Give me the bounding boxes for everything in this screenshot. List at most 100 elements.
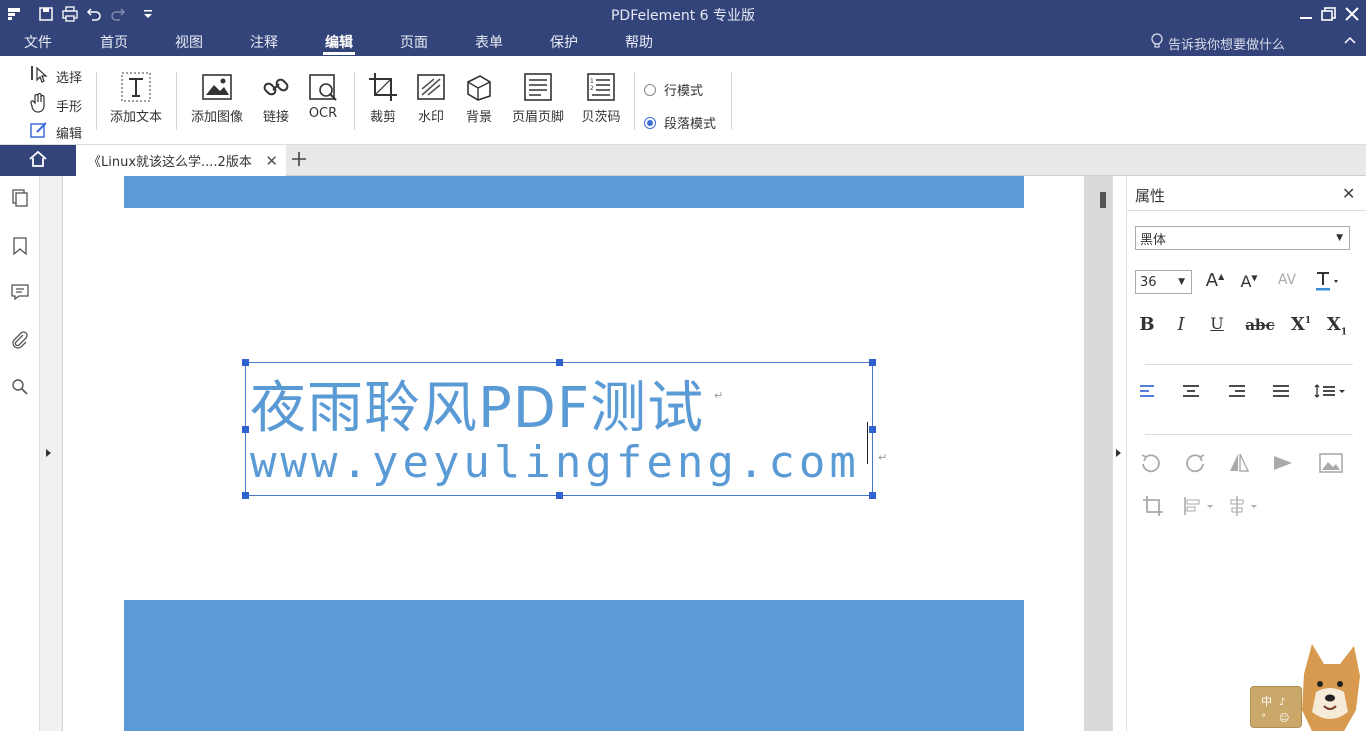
strikethrough-icon[interactable]: abc <box>1241 316 1279 334</box>
align-center-icon[interactable] <box>1177 383 1205 404</box>
crop-image-icon[interactable] <box>1139 494 1167 523</box>
document-canvas[interactable]: 夜雨聆风PDF测试 www.yeyulingfeng.com ↵ ↵ <box>64 176 1084 731</box>
text-line-2[interactable]: www.yeyulingfeng.com <box>250 437 860 488</box>
cursor-select-icon <box>30 65 48 87</box>
menu-help[interactable]: 帮助 <box>625 32 653 52</box>
align-right-icon[interactable] <box>1223 383 1251 404</box>
underline-icon[interactable]: U <box>1203 314 1231 333</box>
resize-handle[interactable] <box>242 426 249 433</box>
menu-comment[interactable]: 注释 <box>250 32 278 52</box>
decrease-font-size-icon[interactable]: A▼ <box>1235 272 1263 291</box>
add-text-label: 添加文本 <box>109 110 162 125</box>
bates-number-button[interactable]: 12 贝茨码 <box>576 70 626 125</box>
italic-icon[interactable]: I <box>1167 314 1195 335</box>
hand-icon <box>30 92 48 117</box>
window-title: PDFelement 6 专业版 <box>610 8 756 24</box>
header-footer-button[interactable]: 页眉页脚 <box>508 70 568 125</box>
font-size-dropdown[interactable]: 36 ▼ <box>1135 270 1192 294</box>
selected-text-box[interactable]: 夜雨聆风PDF测试 www.yeyulingfeng.com ↵ ↵ <box>242 359 887 499</box>
left-panel-gutter[interactable] <box>40 176 63 731</box>
subscript-icon[interactable]: X1 <box>1323 314 1351 338</box>
thumbnails-icon[interactable] <box>10 188 30 208</box>
increase-font-size-icon[interactable]: A▲ <box>1201 270 1229 291</box>
resize-handle[interactable] <box>869 359 876 366</box>
tell-me-search[interactable]: 告诉我你想要做什么 <box>1150 33 1285 53</box>
radio-button-selected[interactable] <box>644 116 656 129</box>
attachment-icon[interactable] <box>10 330 30 350</box>
vertical-scrollbar[interactable] <box>1084 176 1112 731</box>
ribbon-separator <box>176 72 177 130</box>
font-family-dropdown[interactable]: 黑体 ▼ <box>1135 226 1350 250</box>
edit-tool[interactable]: 编辑 <box>30 121 82 143</box>
search-icon[interactable] <box>10 377 30 397</box>
distribute-objects-icon[interactable] <box>1227 494 1267 523</box>
svg-text:☺: ☺ <box>1279 713 1289 724</box>
expand-left-panel-icon[interactable] <box>45 447 53 462</box>
menu-protect[interactable]: 保护 <box>550 32 578 52</box>
text-color-icon[interactable] <box>1313 270 1341 297</box>
add-image-button[interactable]: 添加图像 <box>188 70 246 125</box>
chevron-down-icon: ▼ <box>1336 233 1343 243</box>
bookmark-icon[interactable] <box>10 236 30 256</box>
text-line-1[interactable]: 夜雨聆风PDF测试 <box>250 363 704 444</box>
align-objects-icon[interactable] <box>1181 494 1221 523</box>
svg-text:1: 1 <box>590 78 594 85</box>
collapse-ribbon-icon[interactable] <box>1344 34 1356 49</box>
background-button[interactable]: 背景 <box>456 70 502 125</box>
maximize-button[interactable] <box>1318 3 1340 25</box>
ocr-button[interactable]: OCR <box>303 70 343 121</box>
hand-tool[interactable]: 手形 <box>30 92 82 117</box>
desktop-pet-widget[interactable]: 中 ♪ ° ☺ <box>1250 640 1366 731</box>
menu-edit[interactable]: 编辑 <box>325 32 353 52</box>
scrollbar-thumb[interactable] <box>1100 192 1106 208</box>
link-icon <box>259 70 293 104</box>
rotate-right-icon[interactable] <box>1181 451 1209 480</box>
background-label: 背景 <box>465 110 492 125</box>
crop-button[interactable]: 裁剪 <box>363 70 403 125</box>
edit-label: 编辑 <box>56 126 83 142</box>
rotate-left-icon[interactable] <box>1137 451 1165 480</box>
character-spacing-icon[interactable]: AV <box>1273 272 1301 288</box>
menu-file[interactable]: 文件 <box>24 32 52 52</box>
close-panel-icon[interactable]: ✕ <box>1342 184 1355 203</box>
right-panel-gutter[interactable] <box>1112 176 1126 731</box>
radio-button[interactable] <box>644 83 656 96</box>
flip-horizontal-icon[interactable] <box>1225 451 1253 480</box>
line-spacing-icon[interactable] <box>1313 383 1349 404</box>
justify-icon[interactable] <box>1267 383 1295 404</box>
bold-icon[interactable]: B <box>1133 314 1161 335</box>
resize-handle[interactable] <box>556 492 563 499</box>
menu-page[interactable]: 页面 <box>400 32 428 52</box>
resize-handle[interactable] <box>242 492 249 499</box>
menu-home[interactable]: 首页 <box>100 32 128 52</box>
comment-icon[interactable] <box>10 282 30 302</box>
new-tab-button[interactable] <box>290 149 308 173</box>
menu-view[interactable]: 视图 <box>175 32 203 52</box>
superscript-icon[interactable]: X1 <box>1287 314 1315 335</box>
paragraph-mode-radio[interactable]: 段落模式 <box>644 113 716 132</box>
add-text-button[interactable]: 添加文本 <box>106 70 166 125</box>
resize-handle[interactable] <box>556 359 563 366</box>
resize-handle[interactable] <box>869 492 876 499</box>
close-tab-icon[interactable]: ✕ <box>265 152 278 170</box>
menu-bar: 文件 首页 视图 注释 编辑 页面 表单 保护 帮助 告诉我你想要做什么 <box>0 28 1366 56</box>
collapse-right-panel-icon[interactable] <box>1115 447 1123 462</box>
bottom-blue-band <box>124 600 1024 731</box>
link-button[interactable]: 链接 <box>256 70 296 125</box>
watermark-button[interactable]: 水印 <box>408 70 454 125</box>
line-mode-radio[interactable]: 行模式 <box>644 80 703 99</box>
document-tab[interactable]: 《Linux就该这么学....2版本 ✕ <box>76 145 286 176</box>
close-button[interactable] <box>1341 3 1363 25</box>
flip-vertical-icon[interactable] <box>1269 451 1297 480</box>
replace-image-icon[interactable] <box>1317 451 1345 480</box>
menu-form[interactable]: 表单 <box>475 32 503 52</box>
home-tab[interactable] <box>0 145 76 176</box>
resize-handle[interactable] <box>242 359 249 366</box>
crop-label: 裁剪 <box>369 110 396 125</box>
align-left-icon[interactable] <box>1133 383 1161 404</box>
ribbon-toolbar: 选择 手形 编辑 添加文本 添加图像 链接 OCR 裁剪 水印 背景 页眉页脚 … <box>0 56 1366 145</box>
chevron-down-icon: ▼ <box>1178 277 1185 287</box>
minimize-button[interactable] <box>1295 3 1317 25</box>
resize-handle[interactable] <box>869 426 876 433</box>
select-tool[interactable]: 选择 <box>30 65 82 87</box>
